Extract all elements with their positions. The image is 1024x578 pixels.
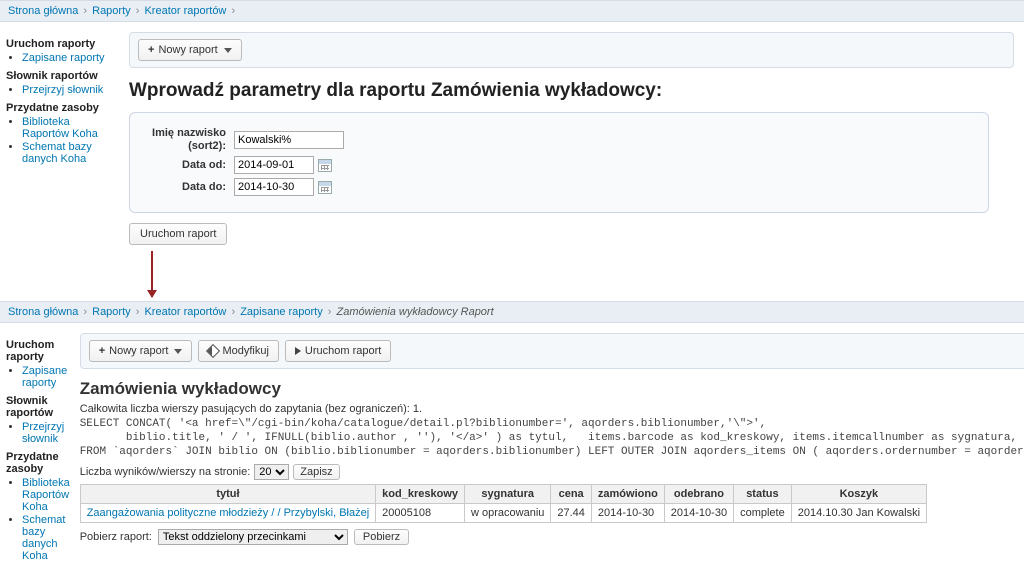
calendar-icon[interactable] (318, 181, 332, 194)
col-price: cena (551, 484, 592, 503)
crumb-reports[interactable]: Raporty (92, 5, 131, 17)
arrow-down-icon (151, 251, 153, 297)
toolbar: + Nowy raport Modyfikuj Uruchom raport (80, 333, 1024, 369)
cell-status: complete (734, 503, 792, 522)
sql-text: SELECT CONCAT( '<a href=\"/cgi-bin/koha/… (80, 418, 1024, 459)
breadcrumb: Strona główna › Raporty › Kreator raport… (0, 301, 1024, 323)
sidebar-heading-resources: Przydatne zasoby (6, 451, 70, 475)
cell-price: 27.44 (551, 503, 592, 522)
crumb-reports[interactable]: Raporty (92, 306, 131, 318)
params-fieldset: Imię nazwisko (sort2): Data od: Data do: (129, 112, 989, 213)
sidebar: Uruchom raporty Zapisane raporty Słownik… (0, 323, 76, 578)
download-format-select[interactable]: Tekst oddzielony przecinkami (158, 529, 348, 545)
save-button[interactable]: Zapisz (293, 464, 339, 480)
page-title: Wprowadź parametry dla raportu Zamówieni… (129, 80, 1014, 102)
sidebar-heading-run: Uruchom raporty (6, 38, 119, 50)
cell-signature: w opracowaniu (465, 503, 551, 522)
crumb-wizard[interactable]: Kreator raportów (144, 5, 226, 17)
crumb-current: Zamówienia wykładowcy Raport (337, 306, 494, 318)
cell-received: 2014-10-30 (664, 503, 733, 522)
result-title-link[interactable]: Zaangażowania polityczne młodzieży / / P… (87, 507, 369, 519)
modify-label: Modyfikuj (222, 345, 268, 357)
sidebar-item-saved[interactable]: Zapisane raporty (22, 52, 105, 64)
col-title: tytuł (80, 484, 375, 503)
breadcrumb: Strona główna › Raporty › Kreator raport… (0, 0, 1024, 22)
crumb-wizard[interactable]: Kreator raportów (144, 306, 226, 318)
input-date-from[interactable] (234, 156, 314, 174)
col-barcode: kod_kreskowy (376, 484, 465, 503)
sidebar-heading-run: Uruchom raporty (6, 339, 70, 363)
crumb-sep: › (136, 5, 140, 17)
cell-barcode: 20005108 (376, 503, 465, 522)
sidebar-heading-dict: Słownik raportów (6, 70, 119, 82)
report-title: Zamówienia wykładowcy (80, 379, 1024, 399)
new-report-button[interactable]: + Nowy raport (89, 340, 193, 362)
crumb-home[interactable]: Strona główna (8, 5, 78, 17)
sidebar-item-koha-lib[interactable]: Biblioteka Raportów Koha (22, 116, 98, 140)
pencil-icon (206, 344, 220, 358)
cell-basket: 2014.10.30 Jan Kowalski (791, 503, 926, 522)
chevron-down-icon (174, 349, 182, 354)
col-basket: Koszyk (791, 484, 926, 503)
table-header-row: tytuł kod_kreskowy sygnatura cena zamówi… (80, 484, 926, 503)
input-date-to[interactable] (234, 178, 314, 196)
chevron-down-icon (224, 48, 232, 53)
play-icon (295, 347, 301, 355)
plus-icon: + (99, 345, 105, 357)
sidebar-heading-resources: Przydatne zasoby (6, 102, 119, 114)
new-report-label: Nowy raport (158, 44, 217, 56)
label-name: Imię nazwisko (sort2): (144, 127, 234, 152)
run-report-label: Uruchom raport (305, 345, 381, 357)
sidebar: Uruchom raporty Zapisane raporty Słownik… (0, 22, 125, 301)
summary-text: Całkowita liczba wierszy pasujących do z… (80, 403, 1024, 415)
download-label: Pobierz raport: (80, 531, 152, 543)
new-report-button[interactable]: + Nowy raport (138, 39, 242, 61)
table-row: Zaangażowania polityczne młodzieży / / P… (80, 503, 926, 522)
sidebar-item-saved[interactable]: Zapisane raporty (22, 365, 67, 389)
new-report-label: Nowy raport (109, 345, 168, 357)
toolbar: + Nowy raport (129, 32, 1014, 68)
crumb-home[interactable]: Strona główna (8, 306, 78, 318)
cell-ordered: 2014-10-30 (591, 503, 664, 522)
sidebar-item-koha-schema[interactable]: Schemat bazy danych Koha (22, 141, 92, 165)
sidebar-item-koha-schema[interactable]: Schemat bazy danych Koha (22, 514, 65, 562)
col-ordered: zamówiono (591, 484, 664, 503)
sidebar-item-browse-dict[interactable]: Przejrzyj słownik (22, 84, 103, 96)
sidebar-heading-dict: Słownik raportów (6, 395, 70, 419)
results-table: tytuł kod_kreskowy sygnatura cena zamówi… (80, 484, 927, 523)
crumb-sep: › (83, 5, 87, 17)
plus-icon: + (148, 44, 154, 56)
rows-per-page-label: Liczba wyników/wierszy na stronie: (80, 466, 251, 478)
modify-button[interactable]: Modyfikuj (198, 340, 278, 362)
sidebar-item-koha-lib[interactable]: Biblioteka Raportów Koha (22, 477, 70, 513)
run-report-button[interactable]: Uruchom raport (285, 340, 391, 362)
input-name[interactable] (234, 131, 344, 149)
col-status: status (734, 484, 792, 503)
download-button[interactable]: Pobierz (354, 529, 409, 545)
label-date-from: Data od: (144, 159, 234, 172)
rows-per-page-select[interactable]: 20 (254, 464, 289, 480)
col-signature: sygnatura (465, 484, 551, 503)
sidebar-item-browse-dict[interactable]: Przejrzyj słownik (22, 421, 64, 445)
run-report-button[interactable]: Uruchom raport (129, 223, 227, 245)
col-received: odebrano (664, 484, 733, 503)
label-date-to: Data do: (144, 181, 234, 194)
crumb-sep: › (231, 5, 235, 17)
calendar-icon[interactable] (318, 159, 332, 172)
crumb-saved[interactable]: Zapisane raporty (240, 306, 323, 318)
